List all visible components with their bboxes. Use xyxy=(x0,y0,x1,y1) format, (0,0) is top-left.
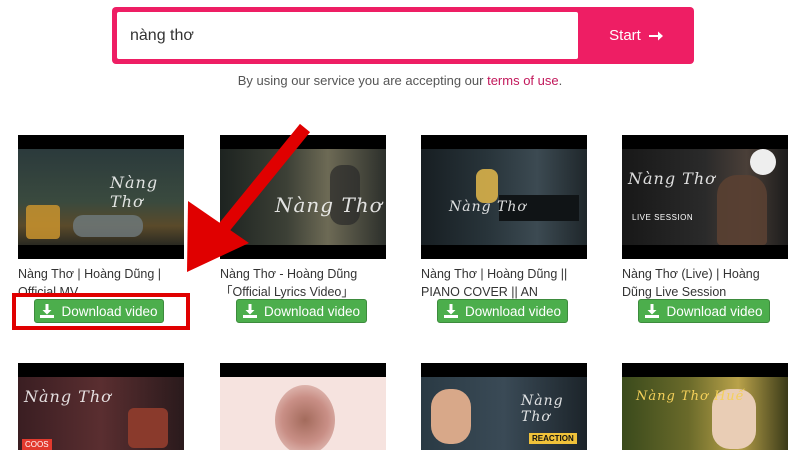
video-thumbnail[interactable]: Nàng Thơ xyxy=(421,135,587,259)
terms-suffix: . xyxy=(558,73,563,88)
terms-prefix: By using our service you are accepting o… xyxy=(237,73,488,88)
thumb-text: Nàng Thơ xyxy=(521,393,564,425)
download-video-button[interactable]: Download video xyxy=(437,299,568,323)
download-video-button[interactable]: Download video xyxy=(236,299,367,323)
result-card: Nàng Thơ LIVE SESSION Nàng Thơ (Live) | … xyxy=(622,135,788,301)
result-card: Nàng Thơ Nàng Thơ | Hoàng Dũng | Officia… xyxy=(18,135,184,301)
terms-of-use-link[interactable]: terms of use xyxy=(487,73,559,88)
arrow-right-icon xyxy=(648,31,663,40)
video-thumbnail[interactable]: Nàng Thơ xyxy=(18,135,184,259)
start-button-label: Start xyxy=(609,27,641,44)
download-icon xyxy=(645,304,660,318)
download-label: Download video xyxy=(263,303,361,319)
thumb-badge: COOS xyxy=(22,439,52,450)
result-card: Nàng Thơ Nàng Thơ | Hoàng Dũng || PIANO … xyxy=(421,135,587,301)
download-label: Download video xyxy=(464,303,562,319)
search-input-value: nàng thơ xyxy=(130,26,194,44)
start-button[interactable]: Start xyxy=(578,7,694,64)
download-video-button[interactable]: Download video xyxy=(638,299,770,323)
video-thumbnail[interactable]: Nàng Thơ COOS xyxy=(18,363,184,450)
thumb-text: Nàng Thơ xyxy=(275,193,383,217)
search-input[interactable]: nàng thơ xyxy=(117,12,578,59)
thumb-text: Nàng Thơ Huế xyxy=(636,389,745,404)
download-icon xyxy=(443,304,458,318)
video-thumbnail[interactable] xyxy=(220,363,386,450)
thumb-subtext: LIVE SESSION xyxy=(632,213,694,222)
annotation-highlight-box xyxy=(12,293,190,330)
video-thumbnail[interactable]: Nàng Thơ LIVE SESSION xyxy=(622,135,788,259)
download-icon xyxy=(242,304,257,318)
thumb-text: Nàng Thơ xyxy=(110,173,159,211)
video-title: Nàng Thơ | Hoàng Dũng || PIANO COVER || … xyxy=(421,267,568,299)
video-thumbnail[interactable]: Nàng Thơ Huế xyxy=(622,363,788,450)
thumb-badge: REACTION xyxy=(529,433,577,444)
video-thumbnail[interactable]: Nàng Thơ xyxy=(220,135,386,259)
video-title: Nàng Thơ - Hoàng Dũng 「Official Lyrics V… xyxy=(220,267,358,299)
search-bar: nàng thơ Start xyxy=(112,7,694,64)
terms-notice: By using our service you are accepting o… xyxy=(0,73,800,88)
video-thumbnail[interactable]: Nàng Thơ REACTION xyxy=(421,363,587,450)
result-card: Nàng Thơ Nàng Thơ - Hoàng Dũng 「Official… xyxy=(220,135,386,301)
thumb-text: Nàng Thơ xyxy=(449,199,527,215)
video-title: Nàng Thơ (Live) | Hoàng Dũng Live Sessio… xyxy=(622,267,760,299)
thumb-text: Nàng Thơ xyxy=(24,387,112,406)
thumb-text: Nàng Thơ xyxy=(628,169,716,188)
download-label: Download video xyxy=(666,303,763,319)
